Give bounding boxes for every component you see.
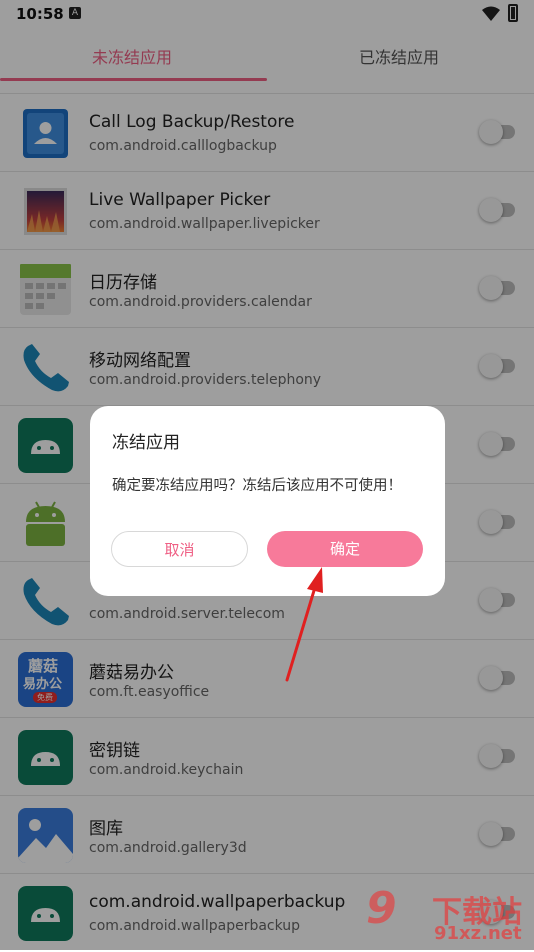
annotation-arrow-icon — [285, 567, 323, 682]
site-watermark: 9 下载站 91xz.net — [362, 883, 532, 947]
watermark-mark: 9 — [366, 883, 397, 934]
watermark-url: 91xz.net — [434, 923, 522, 944]
